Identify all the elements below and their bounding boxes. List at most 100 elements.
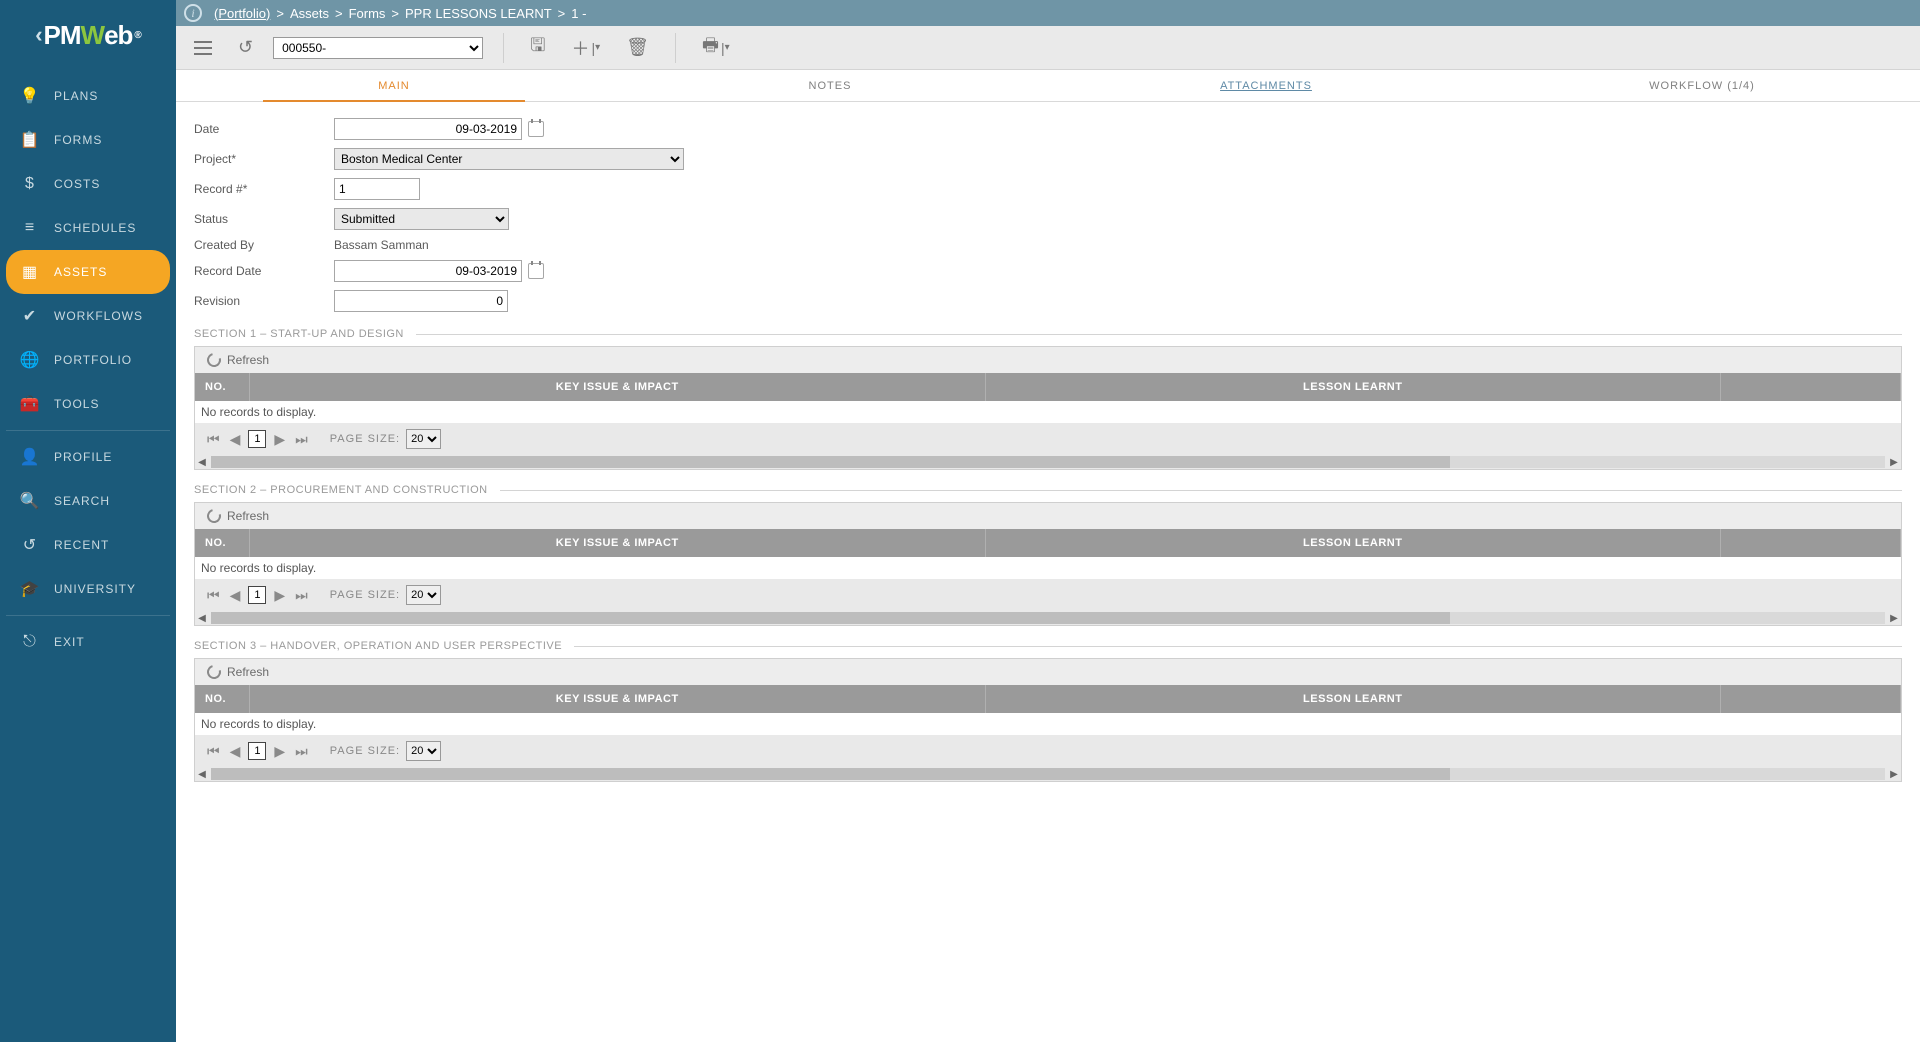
- section-title: SECTION 3 – HANDOVER, OPERATION AND USER…: [194, 640, 1902, 652]
- sidebar-item-schedules[interactable]: ≡SCHEDULES: [6, 206, 170, 250]
- pager-next-icon[interactable]: ▶: [272, 743, 287, 760]
- sidebar-item-label: SCHEDULES: [54, 221, 136, 235]
- save-icon[interactable]: 🖫: [524, 29, 551, 67]
- pager-first-icon[interactable]: ⏮: [205, 587, 222, 604]
- pager-first-icon[interactable]: ⏮: [205, 431, 222, 448]
- grid-empty-text: No records to display.: [195, 713, 1901, 735]
- date-field[interactable]: [334, 118, 522, 140]
- pager-prev-icon[interactable]: ◀: [228, 431, 243, 448]
- grid-empty-text: No records to display.: [195, 557, 1901, 579]
- calendar-icon[interactable]: [528, 263, 544, 279]
- sidebar-item-search[interactable]: 🔍SEARCH: [6, 479, 170, 523]
- sidebar-item-profile[interactable]: 👤PROFILE: [6, 435, 170, 479]
- form: Date Project* Boston Medical Center Reco…: [194, 118, 1902, 312]
- delete-icon[interactable]: 🗑: [620, 33, 655, 62]
- sidebar-item-portfolio[interactable]: 🌐 PORTFOLIO: [6, 338, 170, 382]
- pager-page-input[interactable]: [248, 430, 266, 448]
- sidebar-item-plans[interactable]: 💡PLANS: [6, 74, 170, 118]
- tools-icon: 🧰: [20, 394, 40, 414]
- sidebar-item-label: PORTFOLIO: [54, 353, 132, 367]
- refresh-icon[interactable]: [204, 350, 223, 369]
- portfolio-icon: 🌐: [20, 350, 40, 370]
- pager-prev-icon[interactable]: ◀: [228, 743, 243, 760]
- record-selector[interactable]: 000550-: [273, 37, 483, 59]
- refresh-button[interactable]: Refresh: [227, 665, 269, 679]
- col-key-issue[interactable]: KEY ISSUE & IMPACT: [250, 529, 986, 557]
- sidebar-item-label: SEARCH: [54, 494, 110, 508]
- grid-header: NO.KEY ISSUE & IMPACTLESSON LEARNT: [195, 373, 1901, 401]
- refresh-button[interactable]: Refresh: [227, 353, 269, 367]
- workflows-icon: ✔: [20, 306, 40, 326]
- col-lesson-learnt[interactable]: LESSON LEARNT: [986, 685, 1722, 713]
- info-icon[interactable]: i: [184, 4, 202, 22]
- tabs: MAINNOTESATTACHMENTSWORKFLOW (1/4): [176, 70, 1920, 102]
- sidebar-item-label: PLANS: [54, 89, 98, 103]
- tab-main[interactable]: MAIN: [176, 70, 612, 101]
- refresh-button[interactable]: Refresh: [227, 509, 269, 523]
- col-key-issue[interactable]: KEY ISSUE & IMPACT: [250, 685, 986, 713]
- pager-page-input[interactable]: [248, 586, 266, 604]
- tab-notes[interactable]: NOTES: [612, 70, 1048, 101]
- profile-icon: 👤: [20, 447, 40, 467]
- col-key-issue[interactable]: KEY ISSUE & IMPACT: [250, 373, 986, 401]
- breadcrumb-item: PPR LESSONS LEARNT: [405, 6, 552, 21]
- pager-page-input[interactable]: [248, 742, 266, 760]
- col-blank: [1721, 373, 1901, 401]
- pager-prev-icon[interactable]: ◀: [228, 587, 243, 604]
- pager-last-icon[interactable]: ⏭: [293, 431, 310, 448]
- grid-scrollbar[interactable]: ◀▶: [195, 767, 1901, 781]
- section-title: SECTION 1 – START-UP AND DESIGN: [194, 328, 1902, 340]
- print-icon[interactable]: 🖶 |▾: [696, 29, 736, 67]
- page-size-select[interactable]: 20: [406, 741, 441, 761]
- sidebar-item-workflows[interactable]: ✔WORKFLOWS: [6, 294, 170, 338]
- university-icon: 🎓: [20, 579, 40, 599]
- grid-header: NO.KEY ISSUE & IMPACTLESSON LEARNT: [195, 685, 1901, 713]
- history-icon[interactable]: ↺: [232, 33, 259, 62]
- revision-field[interactable]: [334, 290, 508, 312]
- exit-icon: ⎋: [20, 633, 40, 651]
- sidebar-item-label: EXIT: [54, 635, 85, 649]
- pager-first-icon[interactable]: ⏮: [205, 743, 222, 760]
- pager-next-icon[interactable]: ▶: [272, 431, 287, 448]
- grid-scrollbar[interactable]: ◀▶: [195, 611, 1901, 625]
- refresh-icon[interactable]: [204, 662, 223, 681]
- sidebar-item-university[interactable]: 🎓UNIVERSITY: [6, 567, 170, 611]
- pager-next-icon[interactable]: ▶: [272, 587, 287, 604]
- app-logo: ‹PMWeb®: [0, 0, 176, 70]
- col-no[interactable]: NO.: [195, 373, 250, 401]
- page-size-select[interactable]: 20: [406, 429, 441, 449]
- sidebar-item-costs[interactable]: $COSTS: [6, 162, 170, 206]
- tab-attachments[interactable]: ATTACHMENTS: [1048, 70, 1484, 101]
- refresh-icon[interactable]: [204, 506, 223, 525]
- page-size-select[interactable]: 20: [406, 585, 441, 605]
- recorddate-field[interactable]: [334, 260, 522, 282]
- grid-header: NO.KEY ISSUE & IMPACTLESSON LEARNT: [195, 529, 1901, 557]
- list-icon[interactable]: [188, 37, 218, 59]
- assets-icon: ▦: [20, 262, 40, 282]
- pager-last-icon[interactable]: ⏭: [293, 743, 310, 760]
- pager-last-icon[interactable]: ⏭: [293, 587, 310, 604]
- breadcrumb-root[interactable]: (Portfolio): [214, 6, 270, 21]
- add-icon[interactable]: ＋|▾: [565, 31, 606, 65]
- grid-scrollbar[interactable]: ◀▶: [195, 455, 1901, 469]
- calendar-icon[interactable]: [528, 121, 544, 137]
- grid-empty-text: No records to display.: [195, 401, 1901, 423]
- col-no[interactable]: NO.: [195, 685, 250, 713]
- sidebar-item-forms[interactable]: 📋FORMS: [6, 118, 170, 162]
- sidebar-item-recent[interactable]: ↺RECENT: [6, 523, 170, 567]
- col-lesson-learnt[interactable]: LESSON LEARNT: [986, 529, 1722, 557]
- breadcrumb-item: Forms: [349, 6, 386, 21]
- record-no-label: Record #*: [194, 182, 334, 196]
- costs-icon: $: [20, 175, 40, 193]
- sidebar-item-exit[interactable]: ⎋ EXIT: [6, 620, 170, 664]
- tab-workflow-1-4-[interactable]: WORKFLOW (1/4): [1484, 70, 1920, 101]
- sidebar-item-tools[interactable]: 🧰TOOLS: [6, 382, 170, 426]
- project-field[interactable]: Boston Medical Center: [334, 148, 684, 170]
- col-blank: [1721, 685, 1901, 713]
- sidebar-item-assets[interactable]: ▦ASSETS: [6, 250, 170, 294]
- grid-pager: ⏮◀▶⏭PAGE SIZE:20: [195, 423, 1901, 455]
- col-lesson-learnt[interactable]: LESSON LEARNT: [986, 373, 1722, 401]
- status-field[interactable]: Submitted: [334, 208, 509, 230]
- record-no-field[interactable]: [334, 178, 420, 200]
- col-no[interactable]: NO.: [195, 529, 250, 557]
